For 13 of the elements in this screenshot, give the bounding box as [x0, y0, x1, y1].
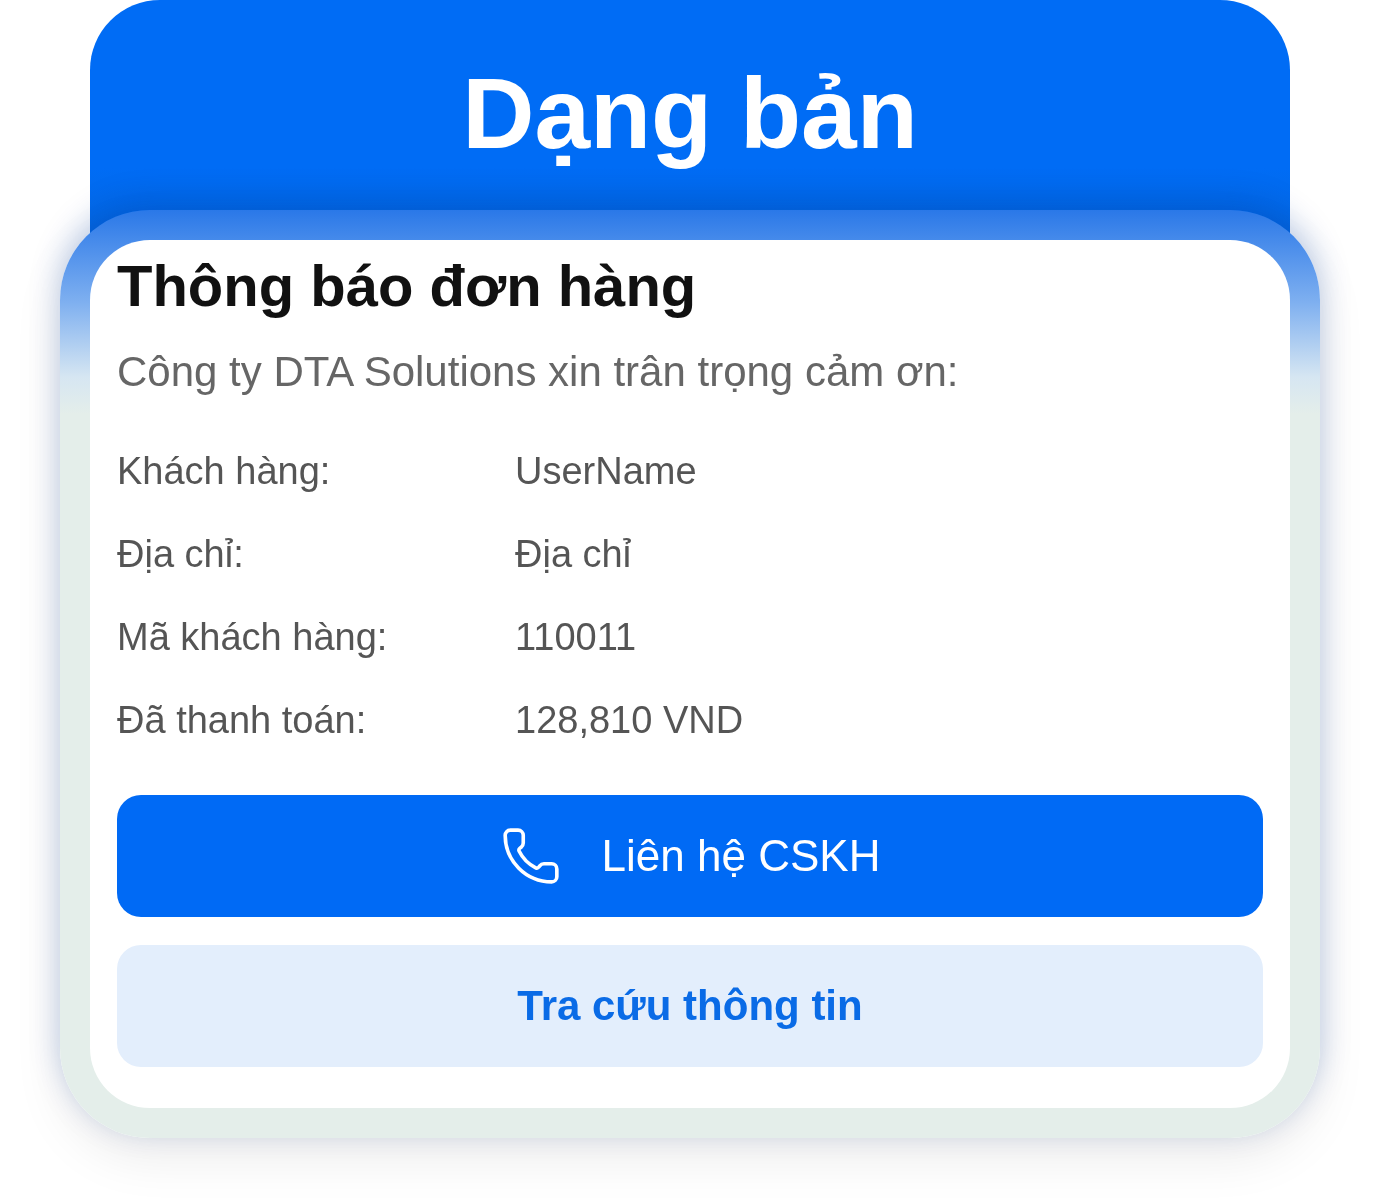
field-value: 110011: [515, 614, 637, 660]
card-subtitle: Công ty DTA Solutions xin trân trọng cảm ơn:: [117, 346, 960, 397]
field-label: Địa chỉ:: [117, 531, 245, 577]
card-title: Thông báo đơn hàng: [117, 252, 698, 320]
contact-support-button[interactable]: Liên hệ CSKH: [117, 795, 1263, 917]
field-label: Đã thanh toán:: [117, 697, 368, 743]
banner-title: Dạng bản: [462, 56, 918, 171]
field-value: UserName: [515, 448, 697, 494]
lookup-info-button[interactable]: Tra cứu thông tin: [117, 945, 1263, 1067]
field-label: Mã khách hàng:: [117, 614, 389, 660]
field-label: Khách hàng:: [117, 448, 332, 494]
field-value: Địa chỉ: [515, 531, 632, 577]
field-value: 128,810 VND: [515, 697, 744, 743]
